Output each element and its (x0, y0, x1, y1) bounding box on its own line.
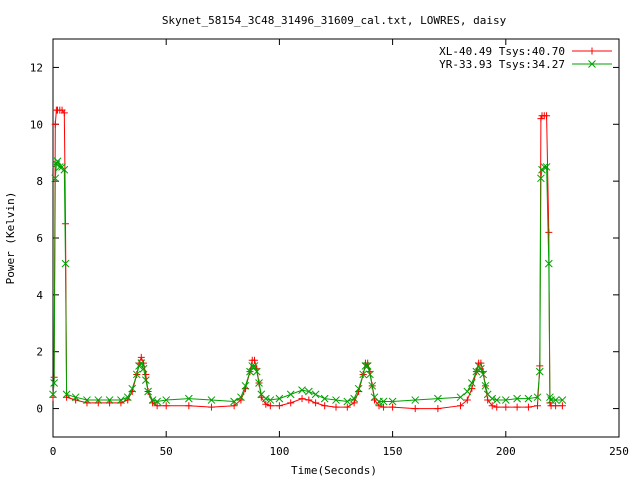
legend-label-1: XL-40.49 Tsys:40.70 (439, 45, 565, 58)
y-axis-label: Power (Kelvin) (4, 192, 17, 285)
x-tick-label: 250 (609, 445, 629, 458)
y-tick-label: 6 (36, 232, 43, 245)
y-tick-label: 10 (30, 118, 43, 131)
x-tick-label: 150 (383, 445, 403, 458)
y-tick-label: 8 (36, 175, 43, 188)
chart-title: Skynet_58154_3C48_31496_31609_cal.txt, L… (162, 14, 507, 27)
y-tick-label: 12 (30, 61, 43, 74)
x-tick-label: 0 (50, 445, 57, 458)
y-tick-label: 4 (36, 289, 43, 302)
x-tick-label: 200 (496, 445, 516, 458)
y-tick-label: 2 (36, 346, 43, 359)
y-tick-label: 0 (36, 403, 43, 416)
x-tick-label: 100 (269, 445, 289, 458)
x-axis-label: Time(Seconds) (291, 464, 377, 477)
legend-label-2: YR-33.93 Tsys:34.27 (439, 58, 565, 71)
chart-background (0, 0, 640, 480)
power-vs-time-chart: Skynet_58154_3C48_31496_31609_cal.txt, L… (0, 0, 640, 480)
x-tick-label: 50 (160, 445, 173, 458)
